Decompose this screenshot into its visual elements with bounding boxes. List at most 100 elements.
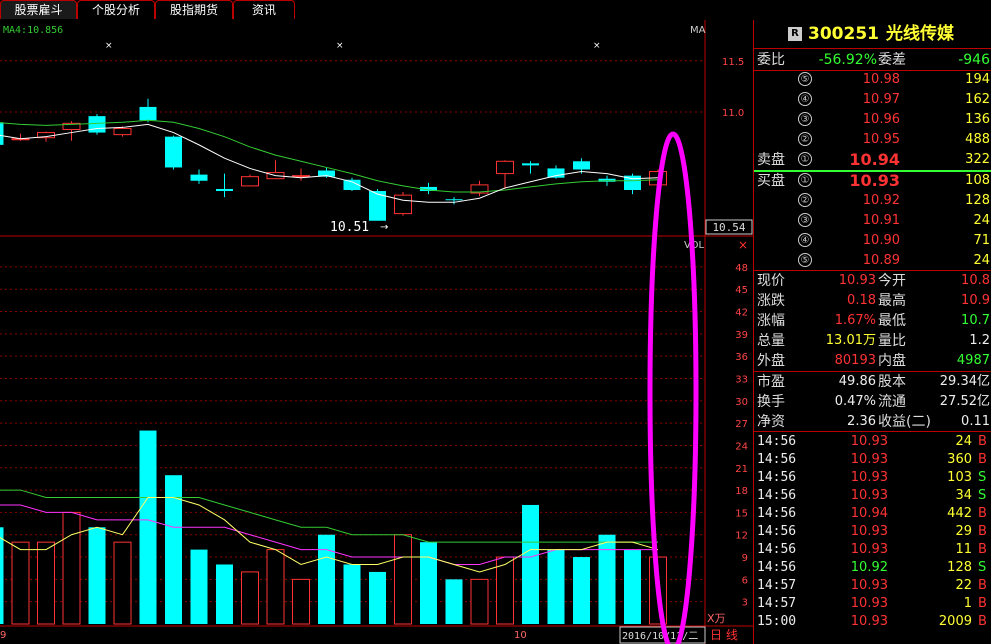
volume-bar [624,549,641,624]
level-index: ① [798,173,812,187]
stat-row: 总量 13.01万 量比 1.2 [754,331,991,351]
info-mark[interactable]: × [105,41,113,51]
tick-volume: 24 [955,434,972,449]
candle-body [292,175,310,178]
stat-value: 27.52亿 [939,394,990,409]
bid-row[interactable]: ③ 10.91 24 [754,211,991,231]
stat-value: 10.8 [961,273,990,288]
tick-price: 10.93 [850,452,888,467]
stat-label: 今开 [878,273,906,289]
divider [754,431,991,432]
candle-body [394,194,412,215]
candle-body [139,106,157,121]
weicha-value: -946 [958,52,990,68]
bid-row[interactable]: 买盘 ① 10.93 108 [754,171,991,191]
tick-volume: 22 [955,578,972,593]
tick-side: B [978,578,987,593]
volume-bar [190,549,208,624]
tab-index-futures[interactable]: 股指期货 [155,0,233,19]
volume-tick-label: 9 [742,553,748,564]
stat-value: 10.93 [838,273,876,288]
volume-tick-label: 3 [742,598,748,609]
tick-volume: 29 [955,524,972,539]
stat-value: 1.67% [834,313,876,328]
volume-tick-label: 42 [735,308,748,319]
chart-grid [0,60,705,603]
candle-body [165,136,182,168]
tick-row[interactable]: 14:56 10.92 128 S [754,559,991,577]
tick-row[interactable]: 14:57 10.93 22 B [754,577,991,595]
stat-value: 10.9 [961,293,990,308]
level-price: 10.94 [849,150,900,169]
sell-label: 卖盘 [757,152,785,168]
volume-bar [445,579,463,624]
level-volume: 162 [965,92,990,107]
stat-label: 市盈 [757,374,785,390]
volume-tick-label: 39 [735,330,748,341]
current-price-tag: 10.54 [712,221,745,234]
tick-row[interactable]: 14:56 10.93 360 B [754,451,991,469]
ask-row[interactable]: 卖盘 ① 10.94 322 [754,150,991,170]
tick-volume: 360 [947,452,972,467]
tick-price: 10.93 [850,470,888,485]
info-mark[interactable]: × [336,41,344,51]
buy-label: 买盘 [757,173,785,189]
ask-row[interactable]: ③ 10.96 136 [754,110,991,130]
stat-value: 0.47% [834,394,876,409]
info-mark[interactable]: × [593,41,601,51]
volume-bar [573,557,590,624]
volume-bar [598,534,616,624]
level-index: ⑤ [798,72,812,86]
volume-bars [0,430,667,625]
level-index: ② [798,132,812,146]
level-price: 10.96 [862,112,900,127]
level-index: ⑤ [798,253,812,267]
candle-body [522,163,539,166]
tick-row[interactable]: 14:56 10.94 442 B [754,505,991,523]
period-selector[interactable]: 日 线 [710,628,738,642]
volume-bar [216,564,233,624]
kline-chart[interactable]: MA4:10.856 MA × × × 11.511.0 10.54 48454… [0,20,753,644]
stat-label: 收益(二) [878,414,931,430]
volume-bar [113,541,132,625]
stat-value: 1.2 [969,333,990,348]
tick-row[interactable]: 14:57 10.93 1 B [754,595,991,613]
ask-row[interactable]: ② 10.95 488 [754,130,991,150]
volume-bar [266,549,285,625]
divider [754,48,991,49]
tab-stock-analysis[interactable]: 个股分析 [77,0,155,19]
bid-row[interactable]: ② 10.92 128 [754,191,991,211]
tick-row[interactable]: 14:56 10.93 24 B [754,433,991,451]
tick-row[interactable]: 15:00 10.93 2009 B [754,613,991,631]
tick-price: 10.93 [850,596,888,611]
tick-row[interactable]: 14:56 10.93 34 S [754,487,991,505]
bid-row[interactable]: ⑤ 10.89 24 [754,251,991,271]
stat-value: 0.11 [961,414,990,429]
bid-row[interactable]: ④ 10.90 71 [754,231,991,251]
tab-news[interactable]: 资讯 [233,0,295,19]
tick-row[interactable]: 14:56 10.93 103 S [754,469,991,487]
candle-body [0,122,4,145]
tick-row[interactable]: 14:56 10.93 11 B [754,541,991,559]
tick-time: 14:56 [757,542,797,557]
ma-fast-line [0,123,659,203]
level-volume: 108 [965,173,990,188]
volume-tick-label: 36 [735,352,748,363]
level-price: 10.92 [862,193,900,208]
volume-bar [496,556,514,625]
ask-row[interactable]: ④ 10.97 162 [754,90,991,110]
ask-row[interactable]: ⑤ 10.98 194 [754,70,991,90]
candle-body [496,160,514,175]
tab-stock-battle[interactable]: 股票雇斗 [0,0,77,19]
stat-row: 现价 10.93 今开 10.8 [754,271,991,291]
tick-row[interactable]: 14:56 10.93 29 B [754,523,991,541]
level-volume: 194 [965,72,990,87]
tick-time: 15:00 [757,614,797,629]
close-icon[interactable]: × [738,238,748,252]
fundamental-row: 净资 2.36 收益(二) 0.11 [754,412,991,432]
volume-bar [369,571,386,624]
volume-bar [394,534,412,625]
low-annotation: 10.51 [330,220,369,235]
volume-bar [0,527,4,624]
tick-price: 10.93 [850,524,888,539]
